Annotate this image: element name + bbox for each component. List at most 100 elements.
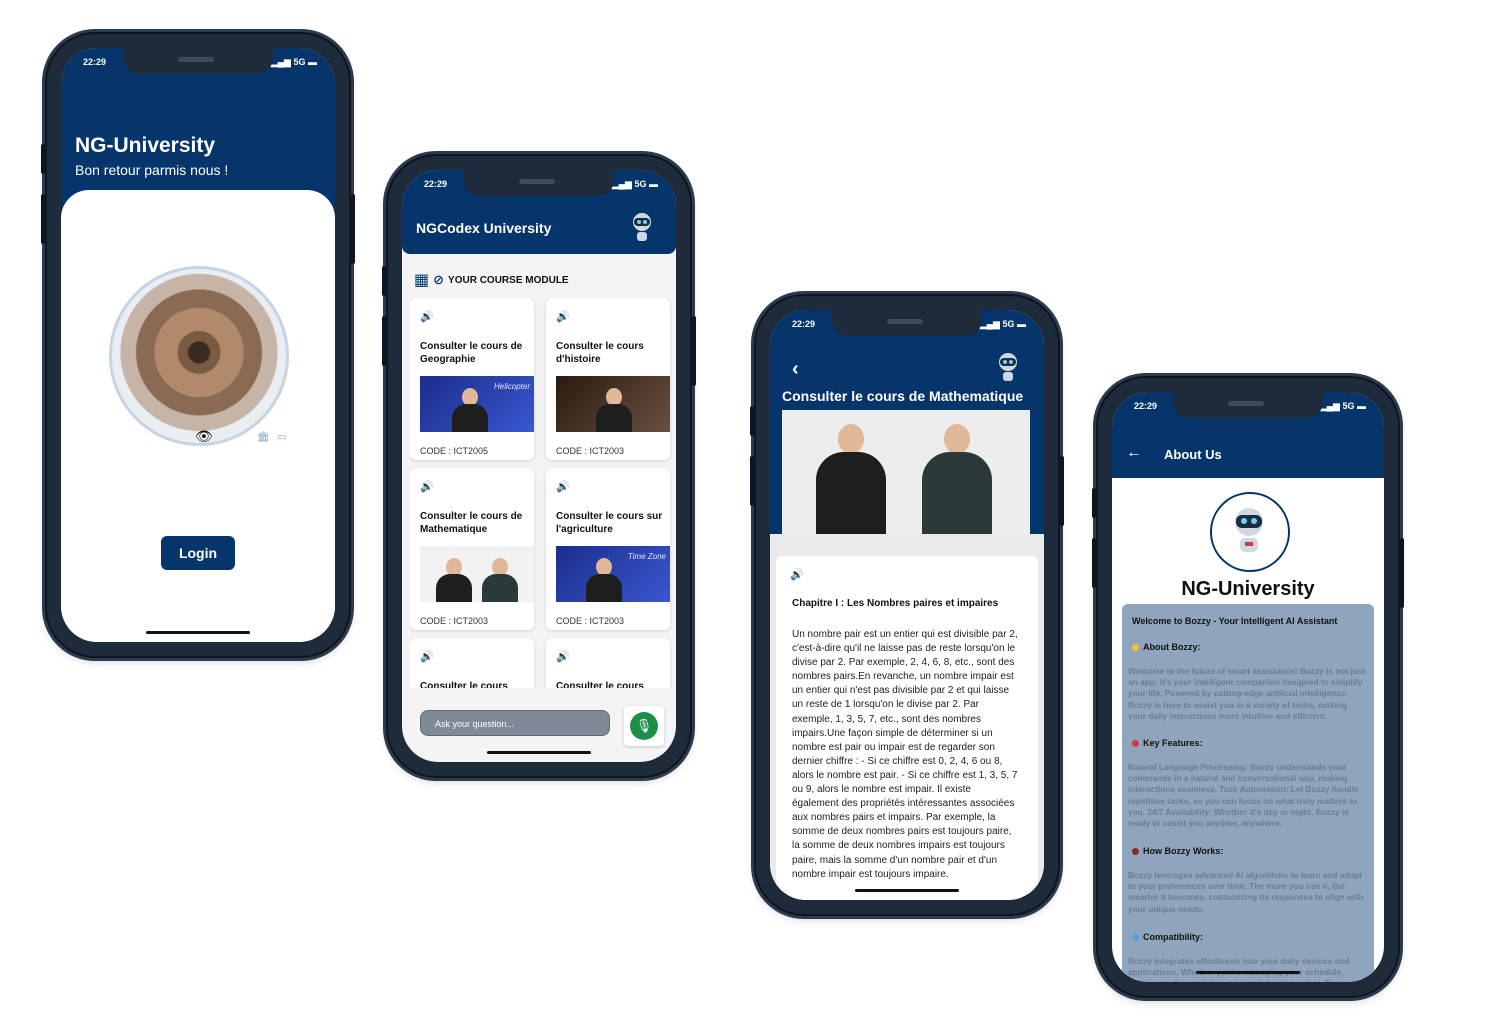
grid-icon: ▦ [414,272,430,289]
app-title: NG-University [75,134,216,157]
lesson-text: Un nombre pair est un entier qui est div… [792,629,1018,880]
robot-icon[interactable] [994,352,1022,389]
course-thumbnail [556,376,670,432]
chapter-heading: Chapitre I : Les Nombres paires et impai… [792,598,999,609]
header-title: About Us [1164,447,1222,462]
section-heading: Compatibility: [1132,932,1203,942]
home-indicator [146,631,250,634]
section-text: Welcome to the future of smart assistanc… [1128,666,1366,721]
speaker-icon[interactable]: 🔊 [420,310,434,323]
module-label: YOUR COURSE MODULE [448,274,569,286]
section-heading-text: Compatibility: [1143,932,1203,942]
globe-icon [1132,934,1139,942]
course-card[interactable]: 🔊 Consulter le cours de Mathematique COD… [410,468,534,630]
signal-icon: ▂▄▆ 5G ▬ [270,57,317,67]
phone-courses: 22:29 ▂▄▆ 5G ▬ NGCodex University ▦ ⊘ YO… [382,156,696,776]
course-thumbnail: Helicopter [420,376,534,432]
section-text: Bozzy integrates effortlessly into your … [1128,956,1358,982]
course-title: Consulter le cours [420,681,508,688]
phone-login: 22:29 ▂▄▆ 5G ▬ NG-University Bon retour … [41,34,355,656]
lesson-title: Consulter le cours de Mathematique [782,388,1024,404]
status-time: 22:29 [83,57,107,67]
course-card[interactable]: 🔊 Consulter le cours [546,638,670,688]
signer-figure [482,558,518,602]
signer-figure [586,558,622,602]
network-label: 5G [1342,401,1355,411]
about-panel: Welcome to Bozzy - Your Intelligent AI A… [1122,604,1374,982]
course-card[interactable]: 🔊 Consulter le cours sur l'agriculture T… [546,468,670,630]
signer-figure [922,424,992,534]
course-title: Consulter le cours sur l'agriculture [556,511,663,535]
rocket-icon [1132,740,1139,748]
welcome-subtitle: Bon retour parmis nous ! [75,162,229,178]
signer-figure [816,424,886,534]
home-indicator [1196,971,1300,974]
back-arrow-icon[interactable]: ← [1126,444,1142,462]
university-name: NG-University [1181,578,1315,600]
section-heading: About Bozzy: [1132,642,1201,652]
network-label: 5G [634,179,647,189]
course-title: Consulter le cours d'histoire [556,341,644,365]
signer-figure [452,388,488,432]
signal-icon: ▂▄▆ 5G ▬ [979,319,1026,329]
lesson-card: 🔊 Chapitre I : Les Nombres paires et imp… [776,556,1038,900]
lesson-screen: 22:29 ▂▄▆ 5G ▬ ‹ Consulter le cours de M… [770,310,1044,900]
section-text: Bozzy leverages advanced AI algorithms t… [1128,870,1364,914]
course-card[interactable]: 🔊 Consulter le cours [410,638,534,688]
course-card[interactable]: 🔊 Consulter le cours de Geographie Helic… [410,298,534,460]
section-text: Natural Language Processing: Bozzy under… [1128,762,1359,829]
signer-figure [436,558,472,602]
section-heading-text: Key Features: [1143,738,1203,748]
login-screen: 22:29 ▂▄▆ 5G ▬ NG-University Bon retour … [61,48,335,642]
status-time: 22:29 [424,179,448,189]
back-icon[interactable]: ‹ [792,358,799,381]
course-code: CODE : ICT2003 [556,446,625,456]
avatar [1210,492,1290,572]
section-heading: Key Features: [1132,738,1203,748]
course-thumbnail: Time Zone [556,546,670,602]
home-indicator [487,751,591,754]
speaker-icon[interactable]: 🔊 [420,650,434,663]
card-icon: ▭ [277,432,287,443]
speaker-icon[interactable]: 🔊 [420,480,434,493]
course-title: Consulter le cours [556,681,644,688]
question-input[interactable]: Ask your question... [420,710,610,736]
welcome-heading: Welcome to Bozzy - Your Intelligent AI A… [1132,616,1338,626]
course-code: CODE : ICT2003 [556,616,625,626]
hidden-eye-icon[interactable]: ⊘ [433,272,444,288]
thumbnail-caption: Time Zone [627,552,666,561]
sun-icon [1132,644,1139,652]
course-thumbnail [420,546,534,602]
mic-icon: 🎙 [630,712,658,740]
speaker-icon[interactable]: 🔊 [556,310,570,323]
speaker-icon[interactable]: 🔊 [556,480,570,493]
notch [123,48,273,74]
notch [1173,392,1323,418]
status-time: 22:29 [792,319,816,329]
robot-icon[interactable] [628,212,656,249]
mic-button[interactable]: 🎙 [624,706,664,746]
course-grid: 🔊 Consulter le cours de Geographie Helic… [410,298,672,688]
phone-lesson: 22:29 ▂▄▆ 5G ▬ ‹ Consulter le cours de M… [750,296,1064,914]
phone-about: 22:29 ▂▄▆ 5G ▬ ← About Us NG-University … [1092,378,1404,996]
courses-screen: 22:29 ▂▄▆ 5G ▬ NGCodex University ▦ ⊘ YO… [402,170,676,762]
network-label: 5G [293,57,306,67]
signal-icon: ▂▄▆ 5G ▬ [1319,401,1366,411]
login-button[interactable]: Login [161,536,235,570]
course-title: Consulter le cours de Mathematique [420,511,523,535]
robot-icon [1235,508,1263,552]
course-code: CODE : ICT2003 [420,616,489,626]
course-code: CODE : ICT2005 [420,446,489,456]
notch [832,310,982,336]
sign-language-video[interactable] [782,410,1030,534]
eye-icon[interactable]: 👁 [195,428,213,445]
app-title: NGCodex University [416,220,552,236]
signer-figure [596,388,632,432]
module-heading: ▦ ⊘ YOUR COURSE MODULE [414,270,569,290]
speaker-icon[interactable]: 🔊 [556,650,570,663]
section-heading: How Bozzy Works: [1132,846,1223,856]
status-time: 22:29 [1134,401,1158,411]
course-card[interactable]: 🔊 Consulter le cours d'histoire CODE : I… [546,298,670,460]
about-screen: 22:29 ▂▄▆ 5G ▬ ← About Us NG-University … [1112,392,1384,982]
speaker-icon[interactable]: 🔊 [790,568,804,581]
